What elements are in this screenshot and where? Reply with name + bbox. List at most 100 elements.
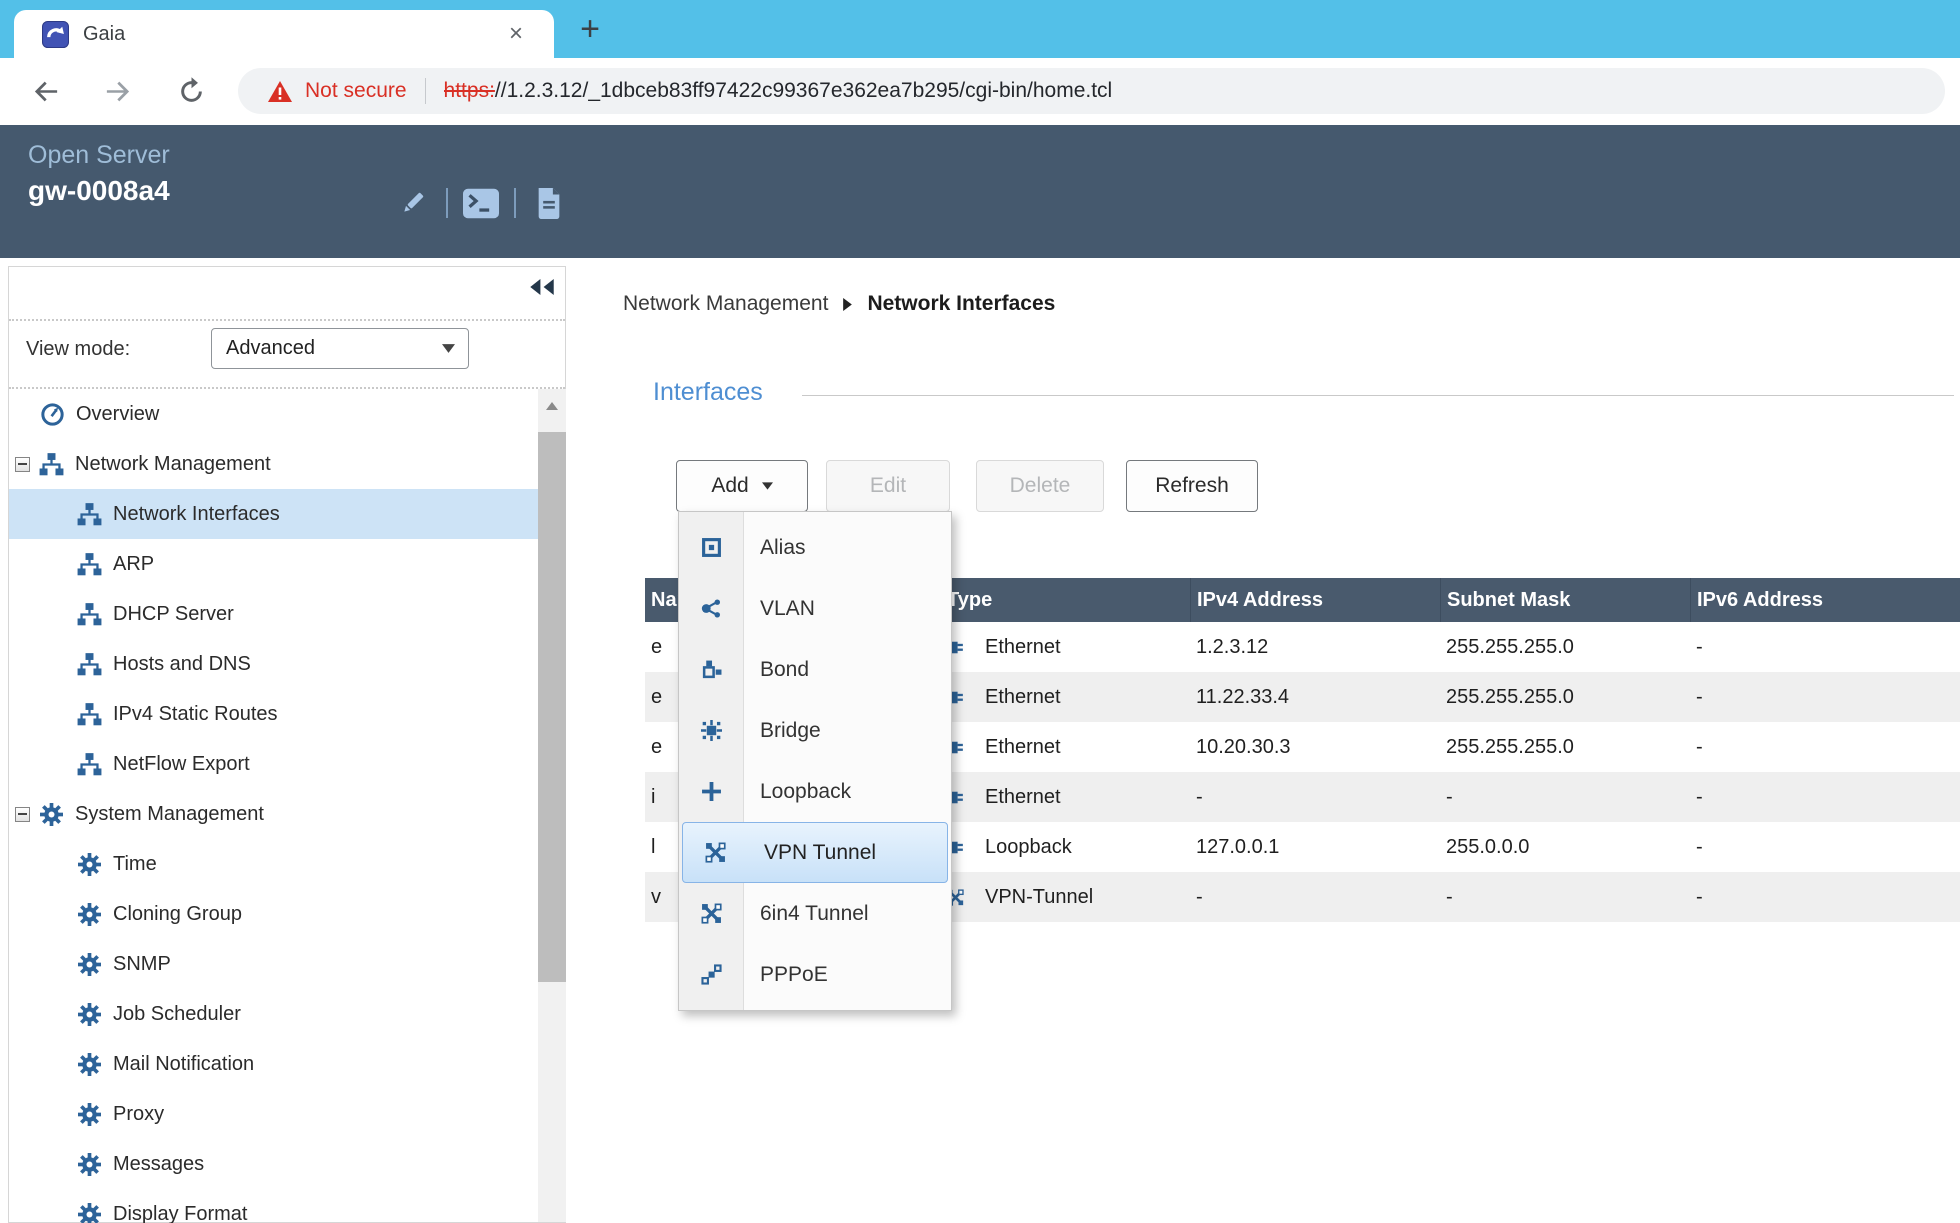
menu-item-loopback[interactable]: Loopback — [679, 761, 951, 822]
reload-button[interactable] — [172, 72, 210, 110]
sidebar-item-display-format[interactable]: Display Format — [9, 1189, 538, 1223]
edit-hostname-button[interactable] — [395, 185, 431, 221]
sidebar-item-mail-notification[interactable]: Mail Notification — [9, 1039, 538, 1089]
network-icon — [39, 453, 64, 476]
menu-item-label: PPPoE — [760, 963, 828, 987]
scratchpad-button[interactable] — [531, 185, 567, 221]
menu-item-label: Alias — [760, 536, 806, 560]
scroll-up-icon[interactable] — [538, 393, 566, 419]
not-secure-warning-icon — [268, 81, 292, 102]
not-secure-label[interactable]: Not secure — [305, 79, 407, 103]
menu-item-label: Bridge — [760, 719, 821, 743]
cell-subnet-mask: 255.255.255.0 — [1440, 636, 1690, 659]
sidebar-scrollbar[interactable] — [538, 389, 566, 1222]
cell-subnet-mask: 255.255.255.0 — [1440, 736, 1690, 759]
menu-item-alias[interactable]: Alias — [679, 517, 951, 578]
vpn-tunnel-icon — [683, 842, 747, 863]
cell-subnet-mask: 255.0.0.0 — [1440, 836, 1690, 859]
cell-ipv4: 1.2.3.12 — [1190, 636, 1440, 659]
server-type-label: Open Server — [28, 141, 170, 170]
back-arrow-icon — [30, 76, 61, 107]
sidebar-item-network-interfaces[interactable]: Network Interfaces — [9, 489, 538, 539]
sidebar-item-messages[interactable]: Messages — [9, 1139, 538, 1189]
tab-title: Gaia — [83, 23, 502, 46]
cell-subnet-mask: - — [1440, 786, 1690, 809]
collapse-node-icon[interactable] — [15, 807, 30, 822]
sidebar-item-overview[interactable]: Overview — [9, 389, 538, 439]
menu-item-vpn-tunnel[interactable]: VPN Tunnel — [682, 822, 948, 883]
header-divider — [514, 188, 516, 218]
terminal-button[interactable] — [463, 185, 499, 221]
sidebar-item-label: SNMP — [113, 953, 171, 976]
column-header-type[interactable]: Type — [940, 578, 1190, 622]
sidebar-item-hosts-and-dns[interactable]: Hosts and DNS — [9, 639, 538, 689]
forward-button[interactable] — [99, 72, 137, 110]
menu-item-pppoe[interactable]: PPPoE — [679, 944, 951, 1005]
view-mode-select[interactable]: Advanced — [211, 328, 469, 369]
sidebar-item-snmp[interactable]: SNMP — [9, 939, 538, 989]
sidebar-item-time[interactable]: Time — [9, 839, 538, 889]
add-button[interactable]: Add — [676, 460, 808, 512]
cell-ipv6: - — [1690, 686, 1960, 709]
breadcrumb-parent[interactable]: Network Management — [623, 292, 828, 316]
menu-item-bond[interactable]: Bond — [679, 639, 951, 700]
sidebar-divider — [9, 319, 565, 321]
hostname-label: gw-0008a4 — [28, 175, 170, 207]
breadcrumb: Network Management Network Interfaces — [623, 292, 1055, 316]
sidebar-item-proxy[interactable]: Proxy — [9, 1089, 538, 1139]
collapse-sidebar-button[interactable] — [528, 279, 556, 295]
sidebar-item-label: Cloning Group — [113, 903, 242, 926]
delete-button[interactable]: Delete — [976, 460, 1104, 512]
sidebar-item-system-management[interactable]: System Management — [9, 789, 538, 839]
delete-button-label: Delete — [1010, 474, 1071, 498]
forward-arrow-icon — [103, 76, 134, 107]
pencil-icon — [399, 189, 427, 217]
sidebar-item-label: Hosts and DNS — [113, 653, 251, 676]
sidebar-item-label: System Management — [75, 803, 264, 826]
sidebar-item-cloning-group[interactable]: Cloning Group — [9, 889, 538, 939]
menu-item-vlan[interactable]: VLAN — [679, 578, 951, 639]
menu-item-6in4-tunnel[interactable]: 6in4 Tunnel — [679, 883, 951, 944]
view-mode-value: Advanced — [226, 337, 442, 360]
sidebar-item-job-scheduler[interactable]: Job Scheduler — [9, 989, 538, 1039]
sidebar-item-dhcp-server[interactable]: DHCP Server — [9, 589, 538, 639]
cell-ipv4: 11.22.33.4 — [1190, 686, 1440, 709]
browser-tab[interactable]: Gaia × — [14, 10, 554, 58]
scrollbar-thumb[interactable] — [538, 432, 566, 982]
menu-item-bridge[interactable]: Bridge — [679, 700, 951, 761]
collapse-node-icon[interactable] — [15, 457, 30, 472]
cell-subnet-mask: 255.255.255.0 — [1440, 686, 1690, 709]
menu-item-label: Bond — [760, 658, 809, 682]
sidebar-item-ipv4-static-routes[interactable]: IPv4 Static Routes — [9, 689, 538, 739]
address-bar[interactable]: Not secure https://1.2.3.12/_1dbceb83ff9… — [238, 68, 1945, 114]
browser-toolbar: Not secure https://1.2.3.12/_1dbceb83ff9… — [0, 58, 1960, 125]
gear-icon — [77, 1153, 102, 1176]
refresh-button[interactable]: Refresh — [1126, 460, 1258, 512]
back-button[interactable] — [26, 72, 64, 110]
cell-ipv6: - — [1690, 636, 1960, 659]
column-header-subnet-mask[interactable]: Subnet Mask — [1440, 578, 1690, 622]
close-tab-icon[interactable]: × — [502, 20, 530, 48]
menu-item-label: VPN Tunnel — [764, 841, 876, 865]
breadcrumb-arrow-icon — [843, 298, 852, 311]
cell-subnet-mask: - — [1440, 886, 1690, 909]
terminal-icon — [463, 188, 499, 219]
url-scheme-struck: https: — [444, 79, 495, 102]
network-icon — [77, 603, 102, 626]
sidebar-item-arp[interactable]: ARP — [9, 539, 538, 589]
gear-icon — [77, 1103, 102, 1126]
network-icon — [77, 503, 102, 526]
sidebar-item-netflow-export[interactable]: NetFlow Export — [9, 739, 538, 789]
network-icon — [77, 653, 102, 676]
new-tab-button[interactable]: + — [570, 9, 610, 49]
cell-ipv4: - — [1190, 786, 1440, 809]
column-header-ipv4[interactable]: IPv4 Address — [1190, 578, 1440, 622]
cell-ipv6: - — [1690, 836, 1960, 859]
column-header-ipv6[interactable]: IPv6 Address — [1690, 578, 1960, 622]
menu-item-label: 6in4 Tunnel — [760, 902, 869, 926]
loopback-icon — [679, 781, 743, 802]
sidebar-item-network-management[interactable]: Network Management — [9, 439, 538, 489]
edit-button[interactable]: Edit — [826, 460, 950, 512]
breadcrumb-current: Network Interfaces — [867, 292, 1055, 316]
gear-icon — [77, 953, 102, 976]
